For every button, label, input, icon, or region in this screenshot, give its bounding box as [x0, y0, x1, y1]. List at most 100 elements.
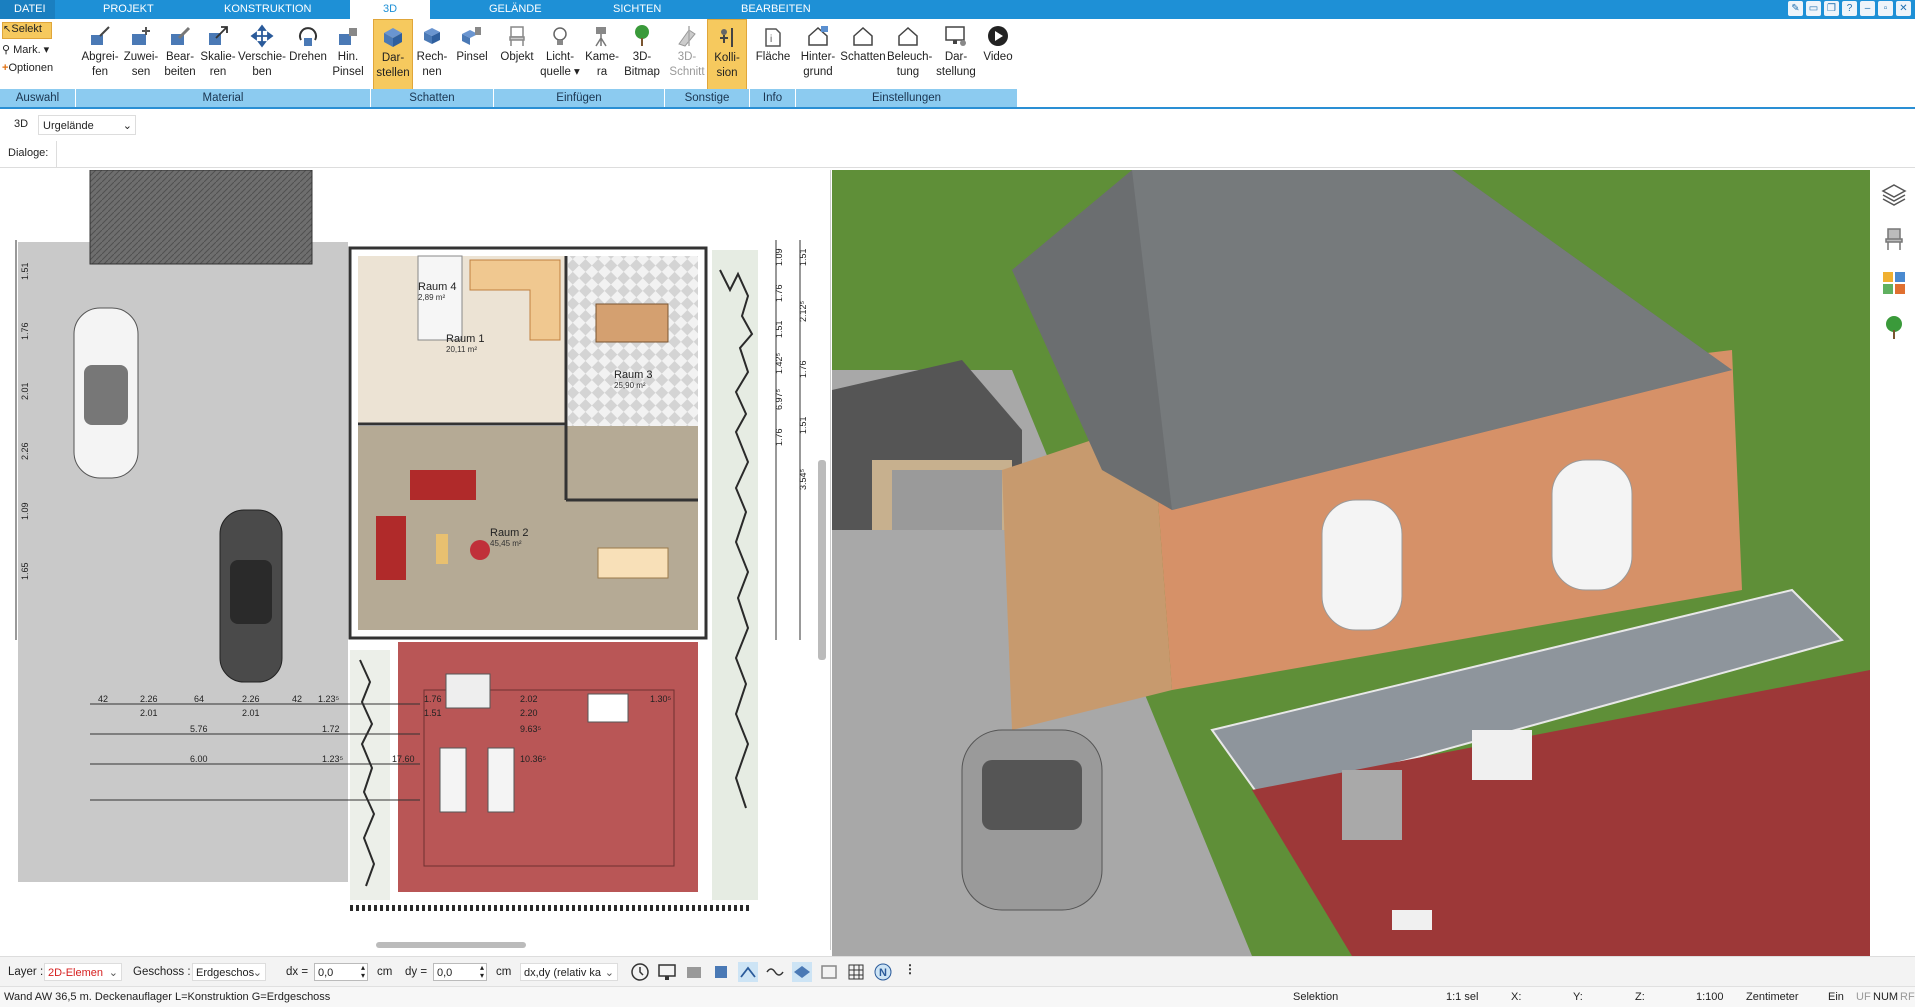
sun-lounger-3d[interactable] [1392, 910, 1432, 930]
dimension-label: 1.76 [774, 284, 784, 302]
selekt-button[interactable]: ↖Selekt [2, 22, 52, 39]
dx-input[interactable]: 0,0 ▴ ▾ [314, 963, 368, 981]
dining-table-2[interactable] [597, 547, 669, 579]
chair-red[interactable] [470, 540, 490, 560]
tab-konstruktion[interactable]: KONSTRUKTION [214, 0, 321, 19]
layers-icon[interactable] [1881, 182, 1907, 208]
sun-lounger-1[interactable] [439, 747, 467, 813]
coordinate-mode-select[interactable]: dx,dy (relativ ka ⌄ [520, 963, 618, 981]
plan-vertical-scrollbar[interactable] [818, 460, 826, 660]
tab-projekt[interactable]: PROJEKT [93, 0, 164, 19]
maximize-icon[interactable]: ▫ [1878, 1, 1893, 16]
flaeche-button[interactable]: i Fläche [752, 19, 794, 90]
grid-icon[interactable] [846, 962, 866, 982]
schnitt-button[interactable]: 3D- Schnitt [667, 19, 707, 90]
mark-icon: ⚲ [2, 44, 14, 56]
layer-toggle-icon[interactable] [819, 962, 839, 982]
more-icon[interactable]: ⋮ [900, 962, 920, 982]
spinner-icon[interactable]: ▴ ▾ [480, 964, 484, 980]
kollision-button[interactable]: Kolli-sion [707, 19, 747, 90]
hin-pinsel-button[interactable]: Hin. Pinsel [329, 19, 367, 90]
floor-plan-view[interactable]: Raum 4 2,89 m² Raum 1 20,11 m² Raum 3 25,90 m… [0, 170, 831, 950]
spinner-icon[interactable]: ▴ ▾ [361, 964, 365, 980]
plan-horizontal-scrollbar[interactable] [376, 942, 526, 948]
tab-datei[interactable]: DATEI [0, 0, 55, 19]
lounge-chair-3d[interactable] [1342, 770, 1402, 840]
darstellung-button[interactable]: Dar-stellung [934, 19, 978, 90]
darstellen-button[interactable]: Dar-stellen [373, 19, 413, 90]
kamera-button[interactable]: Kame-ra [582, 19, 622, 90]
abgreifen-button[interactable]: Abgrei-fen [79, 19, 121, 90]
help-icon[interactable]: ? [1842, 1, 1857, 16]
objekt-button[interactable]: Objekt [496, 19, 538, 90]
dx-label: dx = [286, 966, 309, 978]
room-label[interactable]: Raum 1 [446, 333, 485, 345]
optionen-button[interactable]: +Optionen [2, 62, 53, 74]
object-icon[interactable] [711, 962, 731, 982]
dining-table[interactable] [595, 303, 669, 343]
mark-button[interactable]: ⚲ Mark. ▾ [2, 43, 49, 56]
3d-view[interactable] [832, 170, 1870, 956]
wave-icon[interactable] [765, 962, 785, 982]
patio-table[interactable] [587, 693, 629, 723]
3d-scene[interactable] [832, 170, 1870, 956]
car-bottom[interactable] [219, 509, 283, 683]
layer-select[interactable]: 2D-Elemen ⌄ [44, 963, 122, 981]
darstellung-label-1: Dar- [944, 51, 968, 63]
garage-door [892, 470, 1002, 530]
restore-icon[interactable]: ❐ [1824, 1, 1839, 16]
objekt-label: Objekt [500, 51, 534, 63]
terrain-select[interactable]: Urgelände ⌄ [38, 115, 136, 135]
video-button[interactable]: Video [978, 19, 1018, 90]
armchair[interactable] [376, 516, 406, 580]
group-einstellungen: Einstellungen [796, 89, 1018, 107]
room-label[interactable]: Raum 2 [490, 527, 529, 539]
window-icon[interactable]: ▭ [1806, 1, 1821, 16]
minimize-icon[interactable]: – [1860, 1, 1875, 16]
render-icon[interactable] [684, 962, 704, 982]
plant-icon[interactable] [1881, 314, 1907, 340]
dialog-divider [56, 141, 57, 167]
dy-input[interactable]: 0,0 ▴ ▾ [433, 963, 487, 981]
car-3d[interactable] [961, 729, 1103, 911]
car-top[interactable] [73, 307, 139, 479]
ribbon: ↖Selekt ⚲ Mark. ▾ +Optionen Abgrei-fen Z… [0, 19, 1018, 90]
verschieben-button[interactable]: Verschie-ben [237, 19, 287, 90]
dimension-label: 1.65 [20, 562, 30, 580]
pinsel-button[interactable]: Pinsel [451, 19, 493, 90]
sofa[interactable] [410, 470, 476, 500]
patio-chair-3d[interactable] [1472, 730, 1532, 780]
lichtquelle-button[interactable]: Licht-quelle ▾ [538, 19, 582, 90]
room-label[interactable]: Raum 4 [418, 281, 457, 293]
beleuchtung-button[interactable]: Beleuch-tung [887, 19, 932, 90]
north-icon[interactable]: N [873, 962, 893, 982]
snap-line-icon[interactable] [738, 962, 758, 982]
dimension-label: 1.51 [798, 416, 808, 434]
close-icon[interactable]: ✕ [1896, 1, 1911, 16]
plane-icon[interactable] [792, 962, 812, 982]
bitmap-button[interactable]: 3D- Bitmap [622, 19, 662, 90]
floor-plan-canvas[interactable]: Raum 42,89 m² Raum 120,11 m² Raum 325,90 m… [0, 170, 830, 950]
hintergrund-button[interactable]: Hinter-grund [797, 19, 839, 90]
tab-3d[interactable]: 3D [350, 0, 430, 19]
zuweisen-button[interactable]: Zuwei-sen [121, 19, 161, 90]
geschoss-select[interactable]: Erdgeschos ⌄ [192, 963, 266, 981]
tab-bearbeiten[interactable]: BEARBEITEN [731, 0, 821, 19]
tab-sichten[interactable]: SICHTEN [603, 0, 671, 19]
lounge-chair[interactable] [445, 673, 491, 709]
drehen-button[interactable]: Drehen [287, 19, 329, 90]
sun-lounger-2[interactable] [487, 747, 515, 813]
room-label[interactable]: Raum 3 [614, 369, 653, 381]
screen-icon[interactable] [657, 962, 677, 982]
rechnen-button[interactable]: Rech-nen [413, 19, 451, 90]
tools-icon[interactable]: ✎ [1788, 1, 1803, 16]
bearbeiten-button[interactable]: Bear-beiten [161, 19, 199, 90]
tab-gelaende[interactable]: GELÄNDE [479, 0, 552, 19]
chair-icon[interactable] [1881, 226, 1907, 252]
side-table[interactable] [436, 534, 448, 564]
clock-icon[interactable] [630, 962, 650, 982]
palette-icon[interactable] [1881, 270, 1907, 296]
dimension-label: 1.51 [424, 708, 442, 718]
skalieren-button[interactable]: Skalie-ren [199, 19, 237, 90]
schatten-button[interactable]: Schatten [839, 19, 887, 90]
